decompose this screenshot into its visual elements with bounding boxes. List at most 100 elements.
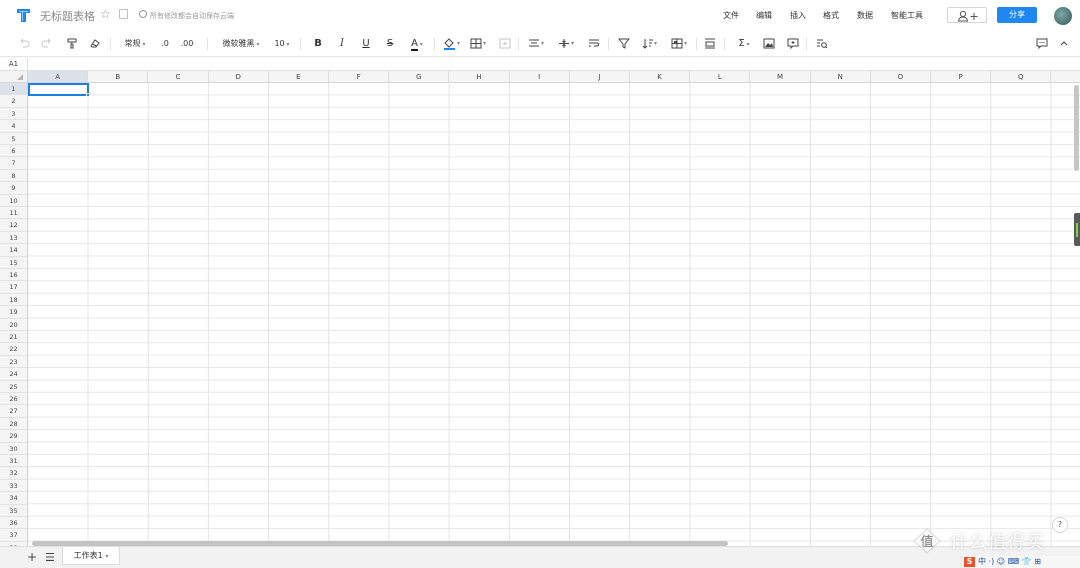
- column-header-o[interactable]: O: [870, 71, 931, 83]
- column-header-h[interactable]: H: [449, 71, 510, 83]
- redo-button[interactable]: [41, 30, 53, 57]
- row-header-15[interactable]: 15: [0, 256, 28, 269]
- row-header-36[interactable]: 36: [0, 517, 28, 530]
- insert-comment-button[interactable]: [787, 30, 799, 57]
- row-header-35[interactable]: 35: [0, 504, 28, 517]
- row-header-8[interactable]: 8: [0, 169, 28, 183]
- column-header-a[interactable]: A: [28, 71, 89, 83]
- italic-button[interactable]: I: [336, 30, 348, 57]
- cell-reference-box[interactable]: A1: [0, 58, 28, 71]
- formula-input[interactable]: [30, 58, 1080, 71]
- sheet-tab[interactable]: 工作表1 ▾: [62, 547, 120, 565]
- sheet-list-button[interactable]: ☰: [45, 551, 55, 564]
- row-header-30[interactable]: 30: [0, 442, 28, 455]
- sort-button[interactable]: ▾: [642, 30, 660, 57]
- row-header-18[interactable]: 18: [0, 293, 28, 307]
- row-header-21[interactable]: 21: [0, 331, 28, 344]
- sum-button[interactable]: Σ ▾: [734, 30, 754, 57]
- row-header-31[interactable]: 31: [0, 455, 28, 468]
- row-header-25[interactable]: 25: [0, 380, 28, 393]
- vertical-scrollbar[interactable]: [1074, 85, 1079, 171]
- bold-button[interactable]: B: [312, 30, 324, 57]
- borders-button[interactable]: ▾: [470, 30, 490, 57]
- star-icon[interactable]: ☆: [100, 7, 111, 21]
- increase-decimal-button[interactable]: .00: [178, 30, 196, 57]
- menu-insert[interactable]: 插入: [790, 10, 806, 21]
- row-header-13[interactable]: 13: [0, 231, 28, 245]
- comments-panel-button[interactable]: [1036, 30, 1048, 57]
- strikethrough-button[interactable]: S: [384, 30, 396, 57]
- row-header-19[interactable]: 19: [0, 306, 28, 319]
- row-header-33[interactable]: 33: [0, 479, 28, 493]
- undo-button[interactable]: [18, 30, 30, 57]
- row-header-16[interactable]: 16: [0, 269, 28, 282]
- collapse-toolbar-button[interactable]: [1058, 30, 1070, 57]
- row-header-24[interactable]: 24: [0, 368, 28, 381]
- row-header-11[interactable]: 11: [0, 207, 28, 220]
- menu-smart-tools[interactable]: 智能工具: [891, 10, 923, 21]
- row-header-12[interactable]: 12: [0, 219, 28, 232]
- column-header-i[interactable]: I: [509, 71, 570, 83]
- column-header-m[interactable]: M: [750, 71, 811, 83]
- doc-icon[interactable]: [119, 9, 128, 19]
- horizontal-align-button[interactable]: ▾: [528, 30, 548, 57]
- wrap-text-button[interactable]: [588, 30, 600, 57]
- row-header-4[interactable]: 4: [0, 120, 28, 133]
- select-all-corner[interactable]: [0, 71, 28, 83]
- row-header-7[interactable]: 7: [0, 157, 28, 170]
- column-header-n[interactable]: N: [810, 71, 871, 83]
- row-header-23[interactable]: 23: [0, 355, 28, 369]
- menu-data[interactable]: 数据: [857, 10, 873, 21]
- column-header-g[interactable]: G: [389, 71, 450, 83]
- column-header-d[interactable]: D: [208, 71, 269, 83]
- row-header-3[interactable]: 3: [0, 107, 28, 121]
- font-size-select[interactable]: 10 ▾: [271, 30, 293, 57]
- menu-format[interactable]: 格式: [823, 10, 839, 21]
- filter-button[interactable]: [618, 30, 630, 57]
- row-header-26[interactable]: 26: [0, 393, 28, 406]
- font-family-select[interactable]: 微软雅黑 ▾: [218, 30, 264, 57]
- avatar[interactable]: [1054, 7, 1072, 25]
- row-header-9[interactable]: 9: [0, 182, 28, 195]
- row-header-6[interactable]: 6: [0, 145, 28, 158]
- underline-button[interactable]: U: [360, 30, 372, 57]
- share-button[interactable]: 分享: [997, 7, 1037, 23]
- row-header-32[interactable]: 32: [0, 467, 28, 480]
- column-header-l[interactable]: L: [690, 71, 751, 83]
- logo-icon[interactable]: [15, 7, 32, 24]
- row-header-28[interactable]: 28: [0, 417, 28, 431]
- column-header-e[interactable]: E: [268, 71, 329, 83]
- vertical-align-button[interactable]: ▾: [558, 30, 578, 57]
- column-header-partial[interactable]: [1051, 71, 1080, 83]
- freeze-button[interactable]: [704, 30, 716, 57]
- conditional-format-button[interactable]: ▾: [671, 30, 691, 57]
- ime-status[interactable]: 中 ·) ☺ ⌨ 👕 ⊞: [978, 556, 1041, 568]
- decrease-decimal-button[interactable]: .0: [158, 30, 172, 57]
- document-title[interactable]: 无标题表格: [40, 8, 95, 24]
- row-header-14[interactable]: 14: [0, 244, 28, 257]
- insert-image-button[interactable]: [763, 30, 775, 57]
- column-header-q[interactable]: Q: [991, 71, 1052, 83]
- column-header-p[interactable]: P: [931, 71, 992, 83]
- column-header-b[interactable]: B: [88, 71, 149, 83]
- column-header-j[interactable]: J: [569, 71, 630, 83]
- fill-color-button[interactable]: ▾: [443, 30, 463, 57]
- row-header-20[interactable]: 20: [0, 318, 28, 331]
- row-header-22[interactable]: 22: [0, 343, 28, 356]
- column-header-f[interactable]: F: [329, 71, 390, 83]
- cell-area[interactable]: [28, 83, 1080, 546]
- row-header-29[interactable]: 29: [0, 430, 28, 443]
- row-header-17[interactable]: 17: [0, 281, 28, 294]
- clear-format-button[interactable]: [89, 30, 101, 57]
- active-cell[interactable]: [28, 83, 89, 96]
- column-header-c[interactable]: C: [148, 71, 209, 83]
- format-painter-button[interactable]: [66, 30, 78, 57]
- merge-cells-button[interactable]: [499, 30, 511, 57]
- menu-edit[interactable]: 编辑: [756, 10, 772, 21]
- ime-logo-icon[interactable]: S: [964, 557, 975, 567]
- fill-handle[interactable]: [86, 93, 90, 97]
- menu-file[interactable]: 文件: [723, 10, 739, 21]
- row-header-10[interactable]: 10: [0, 194, 28, 207]
- add-user-button[interactable]: [947, 7, 987, 23]
- row-header-37[interactable]: 37: [0, 529, 28, 542]
